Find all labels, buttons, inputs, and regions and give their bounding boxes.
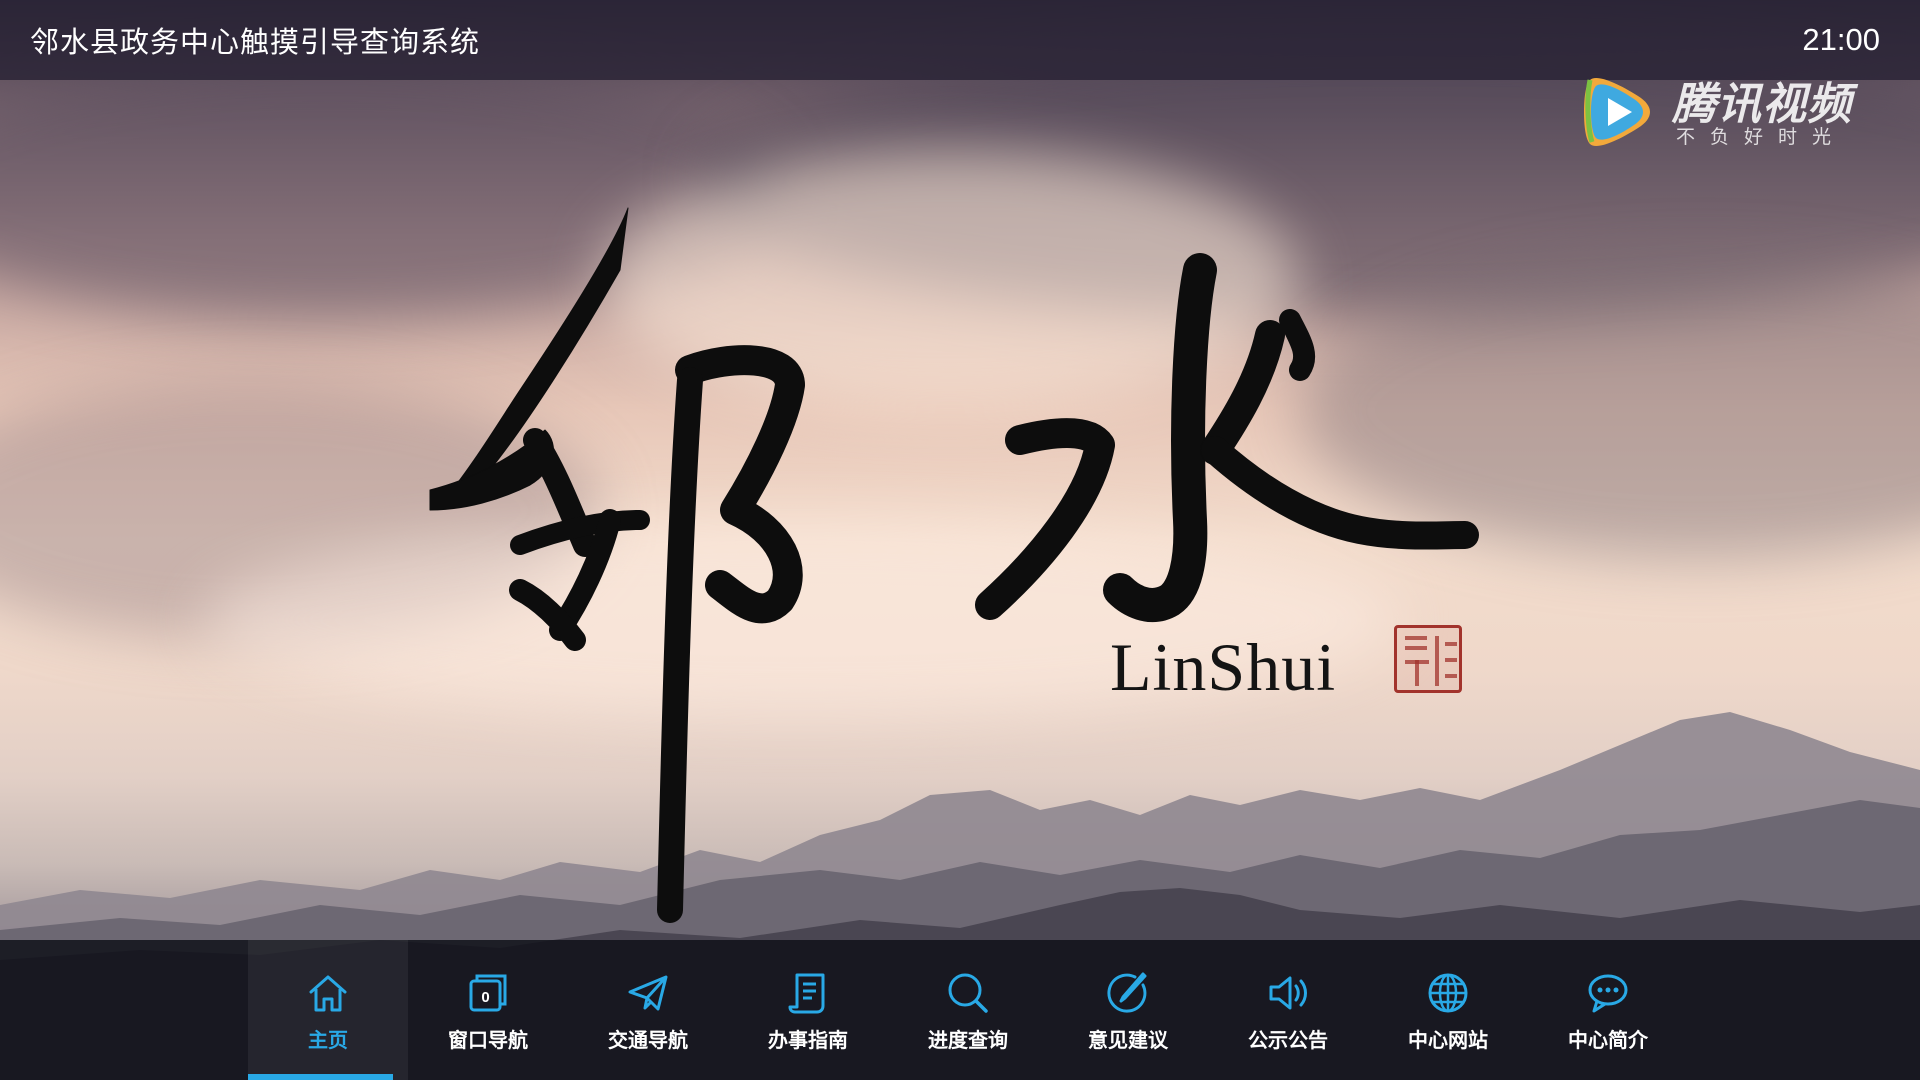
window-number-icon: 0 xyxy=(469,974,507,1012)
nav-item-home[interactable]: 主页 xyxy=(248,940,408,1080)
clock: 21:00 xyxy=(1802,22,1880,57)
nav-label: 意见建议 xyxy=(1088,1028,1168,1052)
globe-icon xyxy=(1428,973,1468,1013)
nav-item-progress-query[interactable]: 进度查询 xyxy=(888,940,1048,1080)
nav-item-window-guide[interactable]: 0 窗口导航 xyxy=(408,940,568,1080)
chat-bubble-icon xyxy=(1588,974,1628,1013)
video-watermark: 腾讯视频 不负好时光 xyxy=(1568,62,1868,152)
nav-label: 交通导航 xyxy=(608,1028,688,1052)
nav-label: 办事指南 xyxy=(768,1028,848,1052)
nav-label: 主页 xyxy=(308,1028,348,1052)
home-icon xyxy=(309,975,347,1012)
nav-label: 窗口导航 xyxy=(448,1028,528,1052)
app-title: 邻水县政务中心触摸引导查询系统 xyxy=(30,25,481,59)
document-scroll-icon xyxy=(788,973,825,1014)
nav-item-about[interactable]: 中心简介 xyxy=(1528,940,1688,1080)
nav-label: 公示公告 xyxy=(1248,1028,1328,1052)
background-video-frame: LinShui xyxy=(0,0,1920,1080)
latin-caption: LinShui xyxy=(1110,629,1337,705)
nav-item-website[interactable]: 中心网站 xyxy=(1368,940,1528,1080)
calligraphy-title xyxy=(429,207,1479,923)
nav-item-announcements[interactable]: 公示公告 xyxy=(1208,940,1368,1080)
pen-circle-icon xyxy=(1107,972,1147,1013)
nav-item-feedback[interactable]: 意见建议 xyxy=(1048,940,1208,1080)
nav-item-service-guide[interactable]: 办事指南 xyxy=(728,940,888,1080)
search-icon xyxy=(948,973,988,1013)
nav-item-traffic-guide[interactable]: 交通导航 xyxy=(568,940,728,1080)
speaker-icon xyxy=(1269,976,1307,1010)
svg-text:0: 0 xyxy=(481,989,489,1006)
nav-label: 中心简介 xyxy=(1568,1028,1648,1052)
bottom-navigation: 主页 0 窗口导航 交通导航 办事指南 进度查询 意见建议 公示公告 中心网站 … xyxy=(0,940,1920,1080)
tencent-video-logo-icon xyxy=(1584,77,1650,147)
paper-plane-icon xyxy=(628,975,668,1011)
watermark-slogan: 不负好时光 xyxy=(1676,126,1847,148)
nav-label: 进度查询 xyxy=(928,1028,1008,1052)
nav-label: 中心网站 xyxy=(1408,1028,1488,1052)
red-seal-stamp xyxy=(1394,625,1462,693)
